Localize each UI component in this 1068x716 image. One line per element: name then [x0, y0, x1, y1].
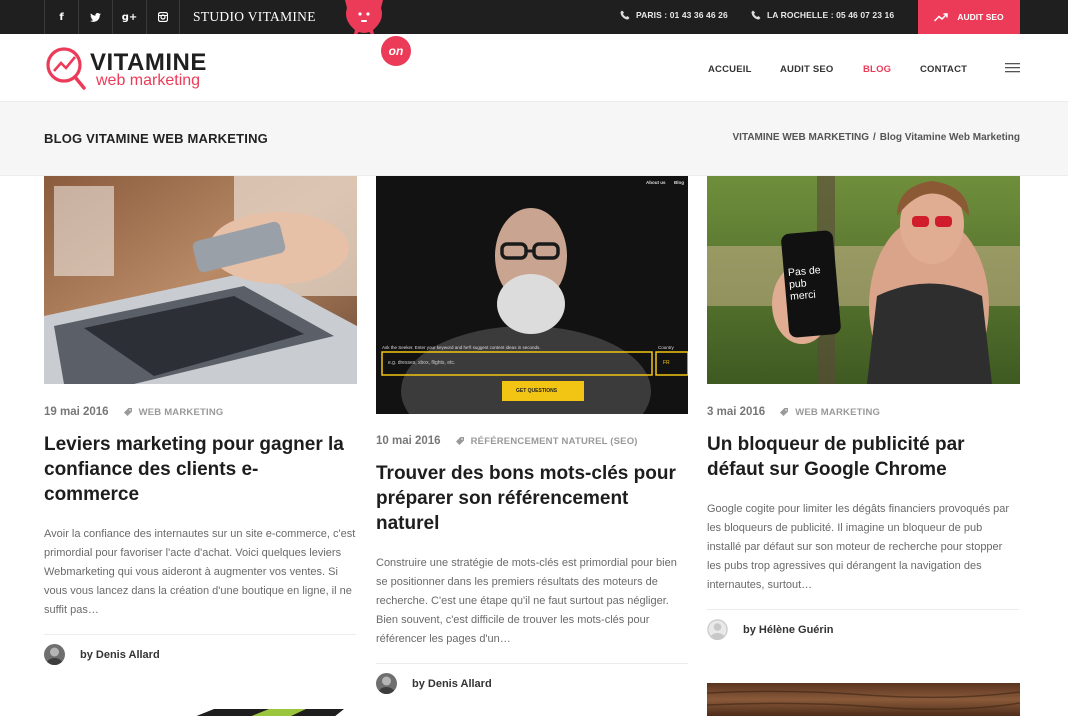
breadcrumb: VITAMINE WEB MARKETING / Blog Vitamine W…	[733, 132, 1020, 143]
img-country-label: Country	[658, 345, 674, 350]
twitter-link[interactable]	[78, 0, 112, 34]
site-header: VITAMINE web marketing on ACCUEIL AUDIT …	[0, 34, 1068, 102]
post-1-author[interactable]: by Denis Allard	[44, 644, 160, 665]
post-2-category[interactable]: RÉFÉRENCEMENT NATUREL (SEO)	[471, 436, 638, 447]
nav-audit-seo[interactable]: AUDIT SEO	[780, 64, 834, 75]
img-nav-about: About us	[646, 180, 666, 185]
phone-screen-text: Pas de pub merci	[788, 263, 835, 303]
phone-paris[interactable]: PARIS : 01 43 36 46 26	[620, 10, 728, 20]
post-6-image[interactable]	[707, 683, 1020, 716]
tag-icon	[455, 437, 464, 445]
post-3-meta: 3 mai 2016 WEB MARKETING	[707, 406, 880, 418]
nav-accueil[interactable]: ACCUEIL	[708, 64, 752, 75]
post-2-date: 10 mai 2016	[376, 435, 441, 447]
page-title: BLOG VITAMINE WEB MARKETING	[44, 131, 268, 146]
audit-seo-button[interactable]: AUDIT SEO	[918, 0, 1020, 34]
post-3-title[interactable]: Un bloqueur de publicité par défaut sur …	[707, 432, 1017, 482]
post-3-author[interactable]: by Hélène Guérin	[707, 619, 833, 640]
phone-icon	[751, 10, 761, 20]
phone-la-rochelle[interactable]: LA ROCHELLE : 05 46 07 23 16	[751, 10, 894, 20]
post-2-image[interactable]	[376, 176, 688, 414]
logo-subtitle: web marketing	[96, 72, 201, 89]
post-3-category[interactable]: WEB MARKETING	[795, 407, 880, 418]
img-search-placeholder: e.g. dresses, xbox, flights, etc.	[388, 360, 456, 366]
page-title-band: BLOG VITAMINE WEB MARKETING VITAMINE WEB…	[0, 102, 1068, 176]
post-3-divider	[707, 609, 1019, 610]
breadcrumb-current: Blog Vitamine Web Marketing	[879, 132, 1020, 143]
wood-texture-photo	[707, 683, 1020, 716]
instagram-link[interactable]	[146, 0, 180, 34]
img-nav-blog: Blog	[674, 180, 684, 185]
img-country-value: FR	[663, 360, 670, 366]
post-2-meta: 10 mai 2016 RÉFÉRENCEMENT NATUREL (SEO)	[376, 435, 638, 447]
menu-icon[interactable]	[1005, 63, 1020, 73]
post-4-image[interactable]	[44, 704, 357, 716]
post-3-image[interactable]	[707, 176, 1020, 384]
avatar	[376, 673, 397, 694]
post-1-author-name: by Denis Allard	[80, 648, 160, 661]
avatar	[44, 644, 65, 665]
img-get-questions: GET QUESTIONS	[516, 388, 558, 394]
twitter-icon	[90, 12, 101, 22]
post-3-date: 3 mai 2016	[707, 406, 766, 418]
facebook-link[interactable]: f	[44, 0, 78, 34]
post-2-excerpt: Construire une stratégie de mots-clés es…	[376, 557, 677, 645]
phone-la-rochelle-label: LA ROCHELLE : 05 46 07 23 16	[767, 10, 895, 20]
facebook-icon: f	[59, 11, 64, 23]
post-1-meta: 19 mai 2016 WEB MARKETING	[44, 406, 224, 418]
post-1-title[interactable]: Leviers marketing pour gagner la confian…	[44, 432, 344, 507]
post-3-excerpt: Google cogite pour limiter les dégâts fi…	[707, 503, 1010, 591]
post-3-author-name: by Hélène Guérin	[743, 623, 834, 636]
tag-icon	[780, 408, 789, 416]
woman-phone-photo	[707, 176, 1020, 384]
post-1-category[interactable]: WEB MARKETING	[139, 407, 224, 418]
avatar	[707, 619, 728, 640]
breadcrumb-home[interactable]: VITAMINE WEB MARKETING	[733, 132, 869, 143]
tag-icon	[123, 408, 132, 416]
next-post-photo	[44, 705, 357, 716]
studio-vitamine-logo[interactable]: STUDIO VITAMINE	[193, 9, 316, 25]
audit-seo-label: AUDIT SEO	[957, 12, 1004, 22]
nav-contact[interactable]: CONTACT	[920, 64, 967, 75]
img-prompt: Ask the Seeker. Enter your keyword and h…	[382, 345, 541, 350]
post-2-author-name: by Denis Allard	[412, 677, 492, 690]
breadcrumb-separator: /	[873, 132, 876, 143]
post-2-title[interactable]: Trouver des bons mots-clés pour préparer…	[376, 461, 676, 536]
post-1-excerpt: Avoir la confiance des internautes sur u…	[44, 528, 356, 616]
instagram-icon	[158, 12, 168, 22]
post-2-divider	[376, 663, 688, 664]
top-bar: f g+ STUDIO VITAMINE PARIS : 01 43 36 46…	[0, 0, 1068, 38]
google-plus-link[interactable]: g+	[112, 0, 146, 34]
post-1-image[interactable]	[44, 176, 357, 384]
phone-icon	[620, 10, 630, 20]
post-2-author[interactable]: by Denis Allard	[376, 673, 492, 694]
answer-the-public-photo	[376, 176, 688, 414]
trend-icon	[934, 12, 949, 22]
phone-paris-label: PARIS : 01 43 36 46 26	[636, 10, 728, 20]
nav-blog[interactable]: BLOG	[863, 64, 891, 75]
post-1-date: 19 mai 2016	[44, 406, 109, 418]
post-1-divider	[44, 634, 356, 635]
laptop-phone-photo	[44, 176, 357, 384]
on-badge: on	[381, 36, 411, 66]
google-plus-icon: g+	[121, 11, 138, 23]
